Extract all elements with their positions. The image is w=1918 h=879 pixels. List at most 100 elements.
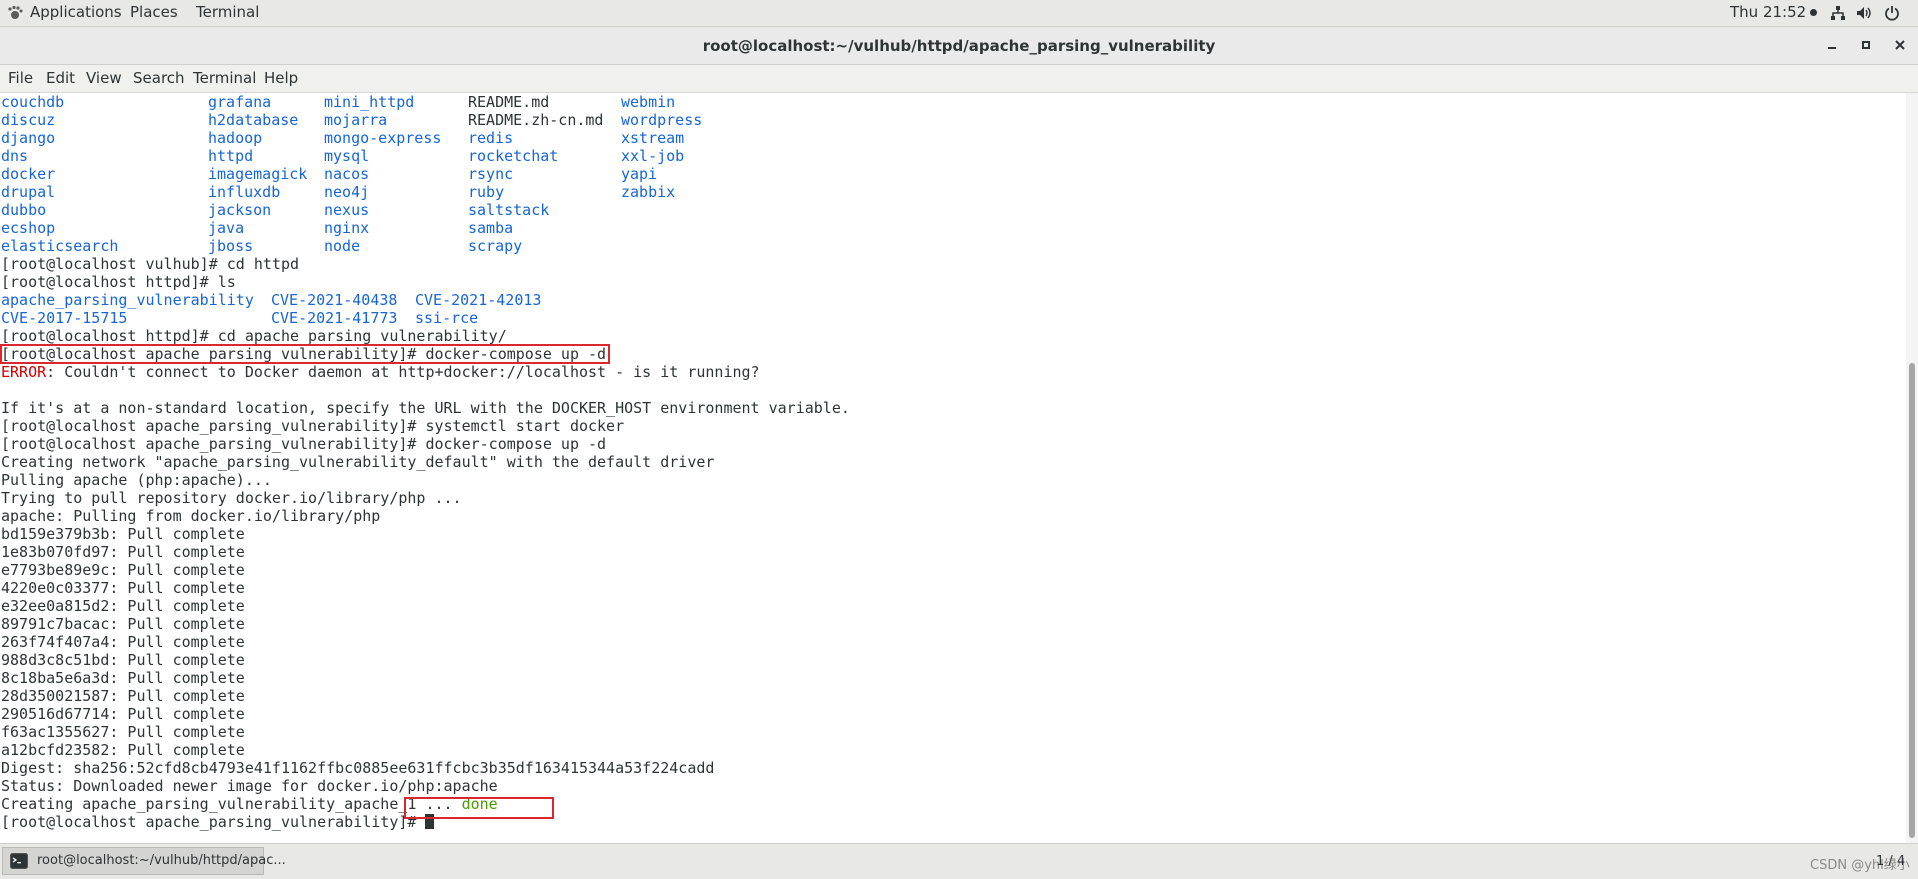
listing-entry: neo4j [324, 183, 370, 201]
listing-entry: discuz [1, 111, 56, 129]
listing-entry: webmin [621, 93, 676, 111]
layer-line: 89791c7bacac: Pull complete [1, 615, 245, 633]
applications-menu[interactable]: Applications [30, 3, 122, 21]
menubar: File Edit View Search Terminal Help [0, 65, 1918, 93]
terminal-line: Trying to pull repository docker.io/libr… [1, 489, 462, 507]
listing-entry: docker [1, 165, 56, 183]
layer-line: e7793be89e9c: Pull complete [1, 561, 245, 579]
httpd-entry: CVE-2017-15715 [1, 309, 128, 327]
menu-search[interactable]: Search [133, 69, 185, 87]
httpd-entry: CVE-2021-40438 [271, 291, 398, 309]
close-icon[interactable] [1890, 35, 1910, 55]
layer-line: 988d3c8c51bd: Pull complete [1, 651, 245, 669]
listing-entry: drupal [1, 183, 56, 201]
terminal-line: Status: Downloaded newer image for docke… [1, 777, 498, 795]
notification-dot-icon [1810, 9, 1818, 16]
layer-line: e32ee0a815d2: Pull complete [1, 597, 245, 615]
gnome-foot-icon[interactable] [7, 5, 23, 21]
listing-entry: redis [468, 129, 514, 147]
error-line: ERROR: Couldn't connect to Docker daemon… [1, 363, 760, 381]
minimize-icon[interactable] [1822, 35, 1842, 55]
listing-entry: yapi [621, 165, 658, 183]
listing-entry: nginx [324, 219, 370, 237]
scrollbar-thumb[interactable] [1909, 363, 1915, 838]
layer-line: 4220e0c03377: Pull complete [1, 579, 245, 597]
terminal-line: If it's at a non-standard location, spec… [1, 399, 850, 417]
listing-entry: ecshop [1, 219, 56, 237]
listing-entry: nacos [324, 165, 370, 183]
layer-line: 28d350021587: Pull complete [1, 687, 245, 705]
final-prompt-line: [root@localhost apache_parsing_vulnerabi… [1, 813, 435, 831]
power-icon[interactable] [1884, 5, 1900, 21]
terminal-line: [root@localhost apache_parsing_vulnerabi… [1, 417, 625, 435]
httpd-entry: ssi-rce [415, 309, 479, 327]
taskbar-window-button[interactable]: root@localhost:~/vulhub/httpd/apac... [2, 847, 286, 875]
httpd-entry: CVE-2021-42013 [415, 291, 542, 309]
final-prompt: [root@localhost apache_parsing_vulnerabi… [1, 813, 426, 831]
listing-entry: zabbix [621, 183, 676, 201]
listing-entry: rocketchat [468, 147, 559, 165]
listing-entry: django [1, 129, 56, 147]
listing-entry: hadoop [208, 129, 263, 147]
menu-view[interactable]: View [86, 69, 122, 87]
top-bar: Applications Places Terminal Thu 21:52 [0, 0, 1918, 27]
error-message: : Couldn't connect to Docker daemon at h… [46, 363, 760, 381]
highlight-box-done [404, 797, 554, 819]
listing-entry: jboss [208, 237, 254, 255]
layer-line: f63ac1355627: Pull complete [1, 723, 245, 741]
network-icon[interactable] [1830, 5, 1846, 21]
app-menu-terminal[interactable]: Terminal [196, 3, 259, 21]
highlight-box-compose-command [0, 344, 610, 364]
listing-entry: grafana [208, 93, 272, 111]
layer-line: 8c18ba5e6a3d: Pull complete [1, 669, 245, 687]
listing-entry: elasticsearch [1, 237, 119, 255]
httpd-entry: apache_parsing_vulnerability [1, 291, 254, 309]
maximize-icon[interactable] [1856, 35, 1876, 55]
listing-entry: imagemagick [208, 165, 308, 183]
menu-file[interactable]: File [8, 69, 33, 87]
listing-entry: samba [468, 219, 514, 237]
terminal-scrollbar[interactable] [1906, 93, 1918, 843]
listing-entry: node [324, 237, 361, 255]
terminal-icon [10, 853, 28, 869]
listing-entry: h2database [208, 111, 299, 129]
listing-entry: wordpress [621, 111, 703, 129]
menu-help[interactable]: Help [264, 69, 298, 87]
menu-terminal[interactable]: Terminal [193, 69, 256, 87]
listing-entry: httpd [208, 147, 254, 165]
layer-line: 263f74f407a4: Pull complete [1, 633, 245, 651]
listing-entry: mysql [324, 147, 370, 165]
clock-text: Thu 21:52 [1730, 3, 1807, 21]
terminal-line: Digest: sha256:52cfd8cb4793e41f1162ffbc0… [1, 759, 715, 777]
listing-entry: README.md [468, 93, 550, 111]
layer-line: a12bcfd23582: Pull complete [1, 741, 245, 759]
listing-entry: saltstack [468, 201, 550, 219]
listing-entry: scrapy [468, 237, 523, 255]
terminal-line: [root@localhost httpd]# ls [1, 273, 236, 291]
creating-container-text: Creating apache_parsing_vulnerability_ap… [1, 795, 462, 813]
listing-entry: influxdb [208, 183, 281, 201]
workspace-indicator[interactable]: 1 / 4 [1876, 854, 1905, 869]
httpd-entry: CVE-2021-41773 [271, 309, 398, 327]
layer-line: 290516d67714: Pull complete [1, 705, 245, 723]
terminal-line: [root@localhost apache_parsing_vulnerabi… [1, 435, 607, 453]
layer-line: 1e83b070fd97: Pull complete [1, 543, 245, 561]
places-menu[interactable]: Places [130, 3, 178, 21]
terminal-output[interactable]: couchdb grafana mini_httpd README.md webmin d… [0, 93, 1906, 843]
listing-entry: java [208, 219, 245, 237]
terminal-line: [root@localhost vulhub]# cd httpd [1, 255, 300, 273]
listing-entry: dubbo [1, 201, 47, 219]
menu-edit[interactable]: Edit [46, 69, 75, 87]
terminal-line: apache: Pulling from docker.io/library/p… [1, 507, 381, 525]
listing-entry: rsync [468, 165, 514, 183]
terminal-line: Creating network "apache_parsing_vulnera… [1, 453, 715, 471]
clock[interactable]: Thu 21:52 [1730, 3, 1818, 21]
listing-entry: couchdb [1, 93, 65, 111]
window-title: root@localhost:~/vulhub/httpd/apache_par… [702, 37, 1216, 55]
listing-entry: nexus [324, 201, 370, 219]
terminal-line: Pulling apache (php:apache)... [1, 471, 272, 489]
error-label: ERROR [1, 363, 47, 381]
listing-entry: dns [1, 147, 29, 165]
window-titlebar[interactable]: root@localhost:~/vulhub/httpd/apache_par… [0, 27, 1918, 65]
volume-icon[interactable] [1856, 5, 1872, 21]
